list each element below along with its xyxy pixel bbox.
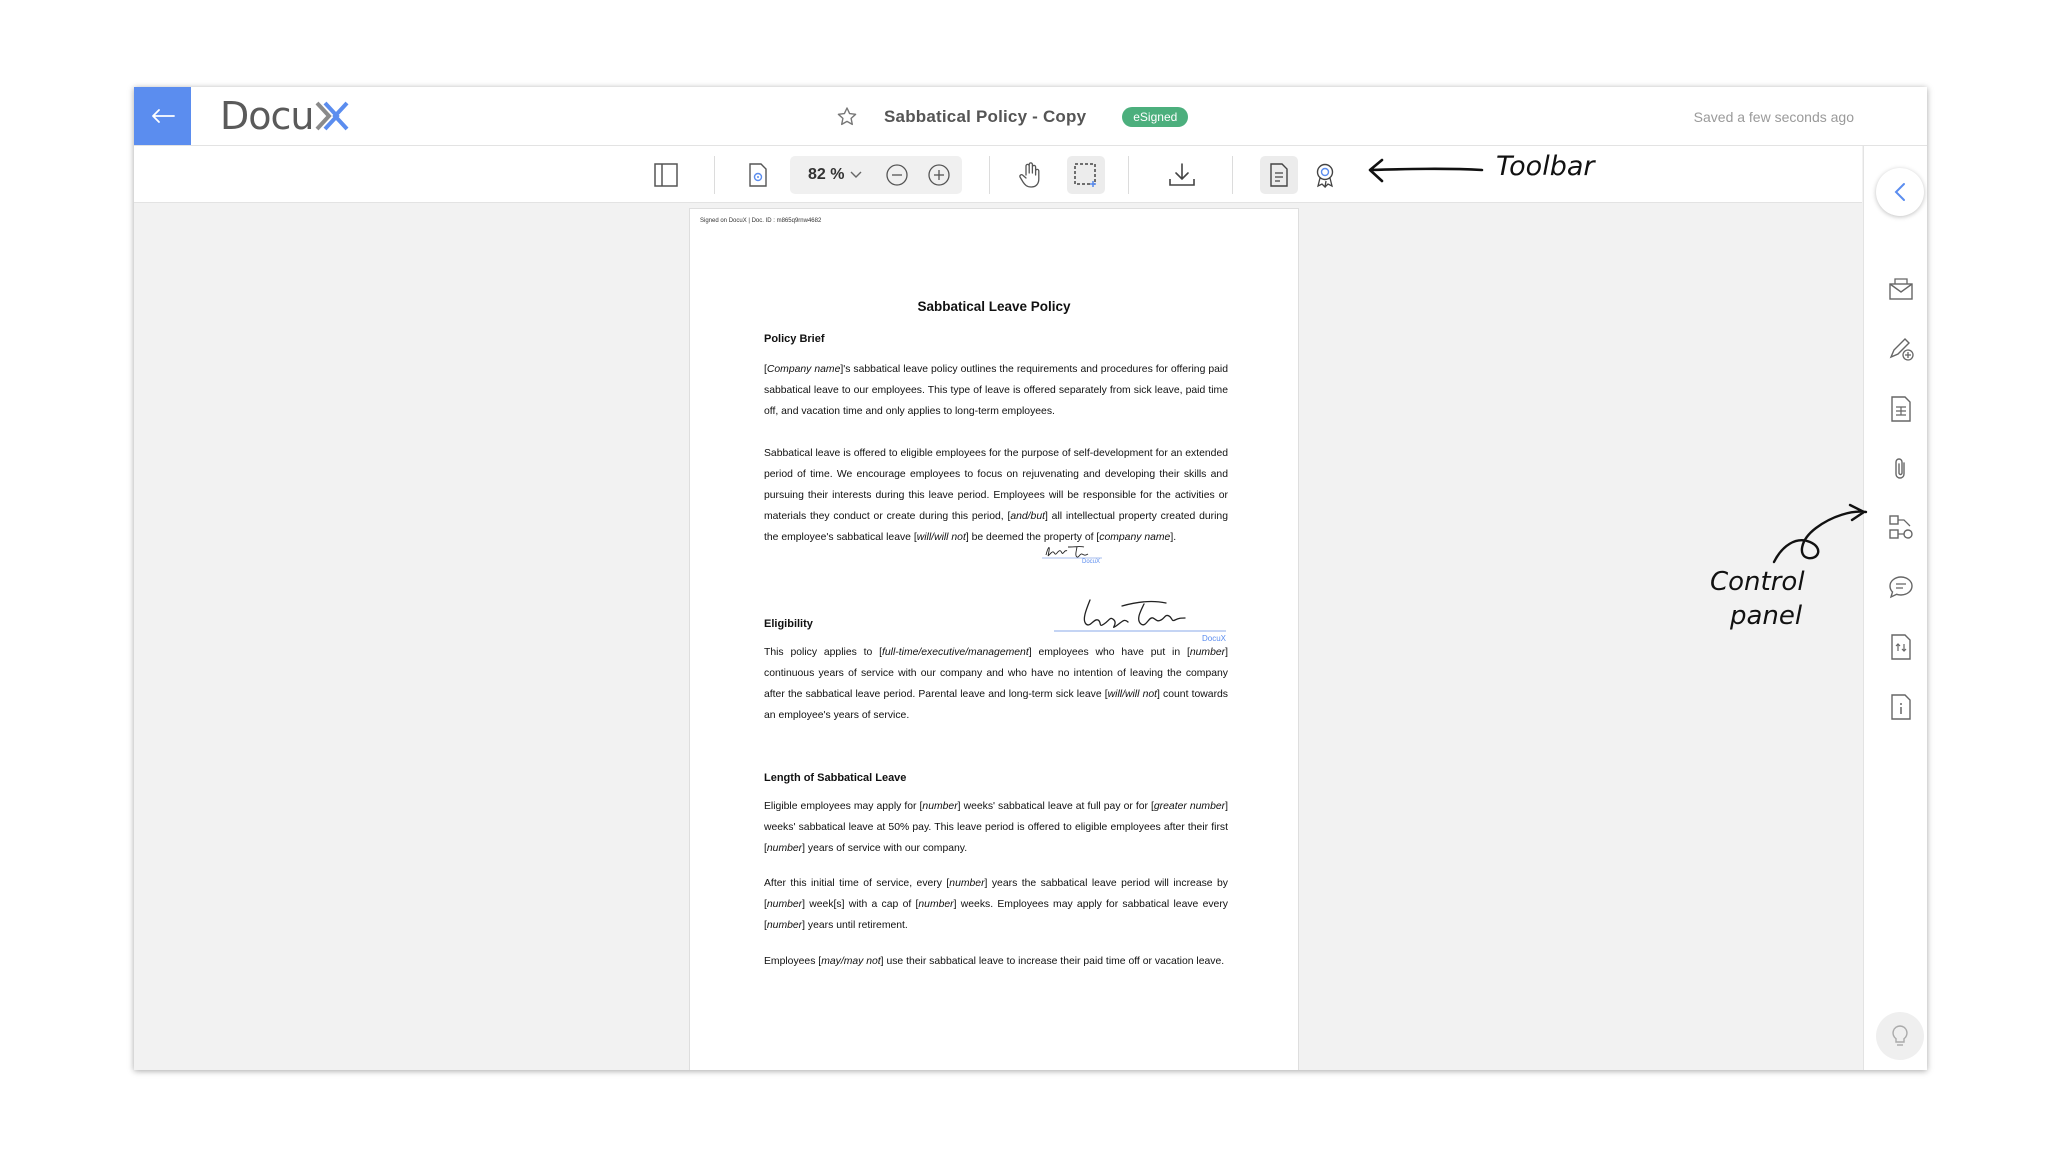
document-details-button[interactable] (1260, 156, 1298, 194)
text: Eligible employees may apply for [ (764, 801, 923, 812)
paragraph-5: After this initial time of service, ever… (764, 873, 1228, 936)
document-heading: Sabbatical Leave Policy (917, 299, 1071, 314)
control-panel (1863, 146, 1927, 1070)
signature-image (1054, 599, 1226, 632)
placeholder-text: number (766, 920, 803, 931)
send-envelope-icon[interactable] (1886, 274, 1916, 304)
text: ] week[s] with a cap of [ (802, 899, 919, 910)
placeholder-text: company name (1099, 532, 1171, 543)
placeholder-text: number (949, 878, 985, 889)
app-window: Docu Sabbatical Policy - Copy eSigned Sa… (134, 87, 1927, 1070)
text: After this initial time of service, ever… (764, 878, 950, 889)
attachment-icon[interactable] (1886, 454, 1916, 484)
document-title[interactable]: Sabbatical Policy - Copy (884, 107, 1086, 127)
placeholder-text: greater number (1153, 801, 1226, 812)
page-settings-icon (749, 163, 767, 187)
text: This policy applies to [ (764, 647, 883, 658)
placeholder-text: Company name (766, 364, 841, 375)
back-arrow-icon (151, 109, 175, 123)
document-page: Signed on DocuX | Doc. ID : m865q9rnw468… (689, 208, 1299, 1070)
signed-header-line: Signed on DocuX | Doc. ID : m865q9rnw468… (700, 218, 822, 224)
signature-field-main[interactable]: DocuX (1052, 594, 1228, 646)
placeholder-text: number (1189, 647, 1226, 658)
tips-button[interactable] (1876, 1012, 1924, 1060)
placeholder-text: will/will not (916, 532, 966, 543)
add-signature-icon[interactable] (1886, 334, 1916, 364)
text: ] employees who have put in [ (1028, 647, 1190, 658)
paragraph-4: Eligible employees may apply for [number… (764, 796, 1228, 859)
toolbar-divider (1128, 156, 1129, 194)
section-heading-policy-brief: Policy Brief (764, 333, 825, 345)
lightbulb-icon (1892, 1025, 1908, 1046)
control-panel-annotation: Control panel (1702, 497, 1872, 707)
zoom-out-icon[interactable] (886, 164, 908, 186)
status-badge: eSigned (1122, 107, 1189, 127)
placeholder-text: will/will not (1107, 689, 1158, 700)
signature-stamp: DocuX (1081, 559, 1100, 565)
sidebar-toggle-button[interactable] (647, 156, 685, 194)
control-panel-annotation-line2: panel (1730, 601, 1803, 631)
zoom-control: 82 % (790, 156, 962, 194)
select-area-button[interactable] (1067, 156, 1105, 194)
toolbar-divider (1232, 156, 1233, 194)
logo-text: Docu (220, 94, 314, 138)
certificate-icon (1316, 163, 1334, 188)
paragraph-3: This policy applies to [full-time/execut… (764, 642, 1228, 726)
star-icon[interactable] (835, 105, 859, 129)
text: ] years of service with our company. (802, 843, 968, 854)
paragraph-2: Sabbatical leave is offered to eligible … (764, 443, 1228, 548)
section-heading-eligibility: Eligibility (764, 618, 813, 630)
certificate-button[interactable] (1306, 156, 1344, 194)
sidebar-toggle-icon (654, 163, 678, 187)
select-area-icon (1074, 163, 1096, 187)
paragraph-1: [Company name]'s sabbatical leave policy… (764, 359, 1228, 422)
hand-pan-icon (1019, 162, 1040, 188)
placeholder-text: number (922, 801, 958, 812)
section-heading-length: Length of Sabbatical Leave (764, 772, 907, 784)
chevron-down-icon (850, 171, 862, 178)
control-panel-annotation-line1: Control (1710, 567, 1805, 597)
toolbar-divider (989, 156, 990, 194)
text: ]. (1170, 532, 1177, 543)
toolbar-annotation-label: Toolbar (1496, 151, 1595, 182)
chevron-left-icon (1894, 183, 1905, 201)
collapse-panel-button[interactable] (1876, 168, 1924, 216)
text: ] weeks' sabbatical leave at full pay or… (957, 801, 1154, 812)
toolbar: 82 % (134, 146, 1862, 203)
docux-logo: Docu (220, 94, 350, 138)
workflow-icon[interactable] (1886, 512, 1916, 542)
placeholder-text: full-time/executive/management (882, 647, 1029, 658)
page-settings-button[interactable] (739, 156, 777, 194)
placeholder-text: number (766, 843, 803, 854)
annotation-arrow-left (1368, 158, 1484, 183)
zoom-in-icon[interactable] (928, 164, 950, 186)
text: ] years until retirement. (802, 920, 908, 931)
placeholder-text: number (918, 899, 954, 910)
placeholder-text: and/but (1010, 511, 1045, 522)
signature-field-small[interactable]: DocuX (1040, 541, 1104, 571)
placeholder-text: number (766, 899, 803, 910)
info-icon[interactable] (1886, 692, 1916, 722)
toolbar-divider (714, 156, 715, 194)
comments-icon[interactable] (1886, 572, 1916, 602)
document-details-icon (1270, 163, 1288, 187)
form-fields-icon[interactable] (1886, 394, 1916, 424)
paragraph-6: Employees [may/may not] use their sabbat… (764, 951, 1228, 972)
download-icon (1169, 163, 1195, 186)
document-versions-icon[interactable] (1886, 632, 1916, 662)
pan-tool-button[interactable] (1011, 156, 1049, 194)
save-status: Saved a few seconds ago (1693, 109, 1854, 125)
zoom-select[interactable]: 82 % (808, 166, 862, 184)
placeholder-text: may/may not (821, 956, 881, 967)
text: ] use their sabbatical leave to increase… (880, 956, 1225, 967)
document-title-area: Sabbatical Policy - Copy eSigned (835, 103, 1189, 131)
zoom-value: 82 % (808, 166, 845, 183)
back-button[interactable] (134, 87, 191, 145)
app-header: Docu Sabbatical Policy - Copy eSigned Sa… (134, 87, 1927, 146)
annotation-curved-arrow (1772, 503, 1868, 564)
logo-x-mark (315, 101, 348, 131)
text: Employees [ (764, 956, 822, 967)
download-button[interactable] (1163, 156, 1201, 194)
